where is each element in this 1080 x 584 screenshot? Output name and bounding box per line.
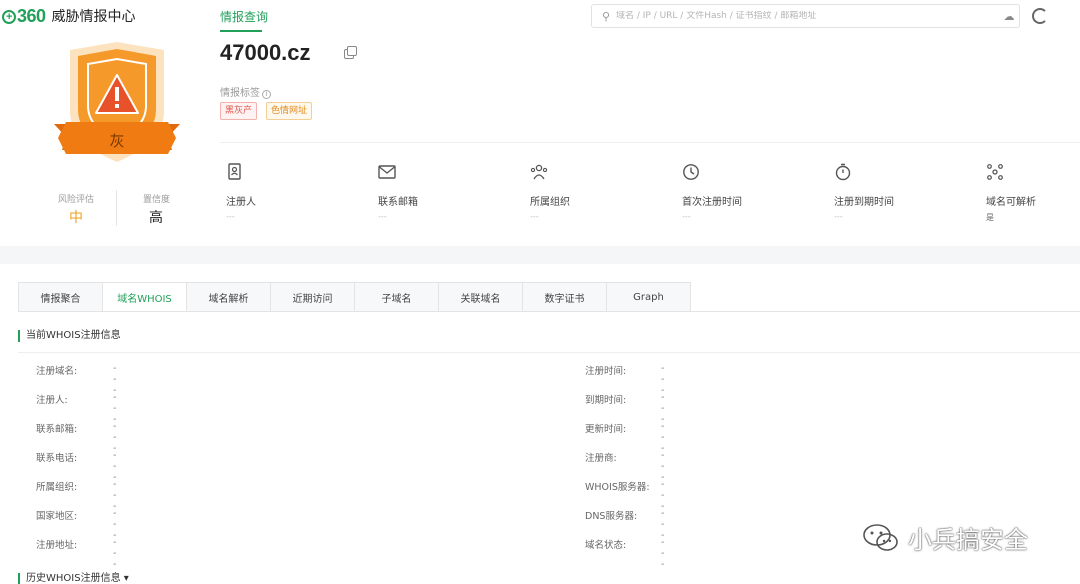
- tag-porn-site[interactable]: 色情网址: [266, 102, 313, 120]
- tab-certificates[interactable]: 数字证书: [523, 282, 607, 312]
- meta-value: ---: [682, 212, 691, 221]
- meta-value: ---: [378, 212, 387, 221]
- badge-level-text: 灰: [109, 132, 124, 150]
- tab-recent-visits[interactable]: 近期访问: [271, 282, 355, 312]
- organization-icon: [530, 164, 548, 180]
- meta-organization: 所属组织 ---: [530, 163, 660, 221]
- meta-label: 域名可解析: [986, 197, 1036, 208]
- copy-icon[interactable]: [344, 46, 357, 59]
- whois-row: 联系电话: ---: [36, 450, 117, 483]
- risk-assessment-value: 中: [69, 210, 83, 226]
- meta-email: 联系邮箱 ---: [378, 163, 508, 221]
- nav-tab-underline: [220, 30, 262, 32]
- meta-label: 注册到期时间: [834, 197, 894, 208]
- whois-row: 注册人: ---: [36, 392, 117, 425]
- meta-resolvable: 域名可解析 是: [986, 163, 1080, 223]
- whois-row: 注册地址: ---: [36, 537, 117, 570]
- whois-row: DNS服务器: ---: [585, 508, 665, 541]
- top-bar: +360 威胁情报中心 情报查询 ⚲ ☁: [0, 0, 1080, 34]
- mail-icon: [378, 165, 396, 179]
- tag-gray-industry[interactable]: 黑灰产: [220, 102, 258, 120]
- whois-row: 联系邮箱: ---: [36, 421, 117, 454]
- search-bar[interactable]: ⚲ ☁: [591, 4, 1020, 28]
- risk-shield-badge: 灰: [54, 42, 180, 162]
- whois-row: 注册商: ---: [585, 450, 665, 483]
- tab-domain-whois[interactable]: 域名WHOIS: [103, 282, 187, 312]
- confidence-label: 置信度: [143, 195, 171, 205]
- whois-row: 国家地区: ---: [36, 508, 117, 541]
- wechat-icon: [863, 523, 898, 551]
- whois-row: 所属组织: ---: [36, 479, 117, 512]
- whois-row: 到期时间: ---: [585, 392, 665, 425]
- watermark-text: 小兵搞安全: [908, 526, 1028, 554]
- meta-value: ---: [226, 212, 235, 221]
- meta-label: 首次注册时间: [682, 197, 742, 208]
- timer-icon: [835, 163, 851, 181]
- whois-row: 注册时间: ---: [585, 363, 665, 396]
- whois-section-title: 当前WHOIS注册信息: [18, 330, 121, 342]
- tab-related-domains[interactable]: 关联域名: [439, 282, 523, 312]
- watermark: 小兵搞安全: [862, 520, 1028, 555]
- history-icon[interactable]: [1032, 8, 1048, 24]
- id-card-icon: [228, 163, 241, 180]
- tags-title: 情报标签 i: [220, 84, 271, 99]
- clock-icon: [683, 164, 699, 180]
- meta-label: 联系邮箱: [378, 197, 418, 208]
- tab-graph[interactable]: Graph: [607, 282, 691, 312]
- whois-row: 域名状态: ---: [585, 537, 665, 570]
- tab-intel-aggregation[interactable]: 情报聚合: [18, 282, 103, 312]
- meta-label: 所属组织: [530, 197, 570, 208]
- nav-tab-intel-query[interactable]: 情报查询: [220, 8, 268, 25]
- domain-title: 47000.cz: [220, 40, 311, 65]
- search-icon: ⚲: [601, 9, 611, 23]
- tab-subdomains[interactable]: 子域名: [355, 282, 439, 312]
- meta-label: 注册人: [226, 197, 256, 208]
- meta-registrant: 注册人 ---: [226, 163, 356, 221]
- whois-row: WHOIS服务器: ---: [585, 479, 665, 512]
- meta-first-registered: 首次注册时间 ---: [682, 163, 812, 221]
- risk-assessment-label: 风险评估: [58, 195, 95, 205]
- section-band: [0, 246, 1080, 264]
- confidence-value: 高: [149, 210, 163, 226]
- meta-value: 是: [986, 213, 994, 222]
- whois-history-toggle[interactable]: 历史WHOIS注册信息 ▾: [18, 573, 129, 584]
- whois-row: 注册域名: ---: [36, 363, 117, 396]
- upload-cloud-icon[interactable]: ☁: [999, 10, 1019, 23]
- meta-value: ---: [834, 212, 843, 221]
- logo[interactable]: +360 威胁情报中心: [2, 6, 136, 26]
- divider: [18, 311, 1080, 312]
- divider: [18, 352, 1080, 353]
- divider: [116, 190, 117, 226]
- search-input[interactable]: [616, 11, 999, 21]
- divider: [220, 142, 1080, 143]
- tab-dns-resolution[interactable]: 域名解析: [187, 282, 271, 312]
- resolve-icon: [987, 164, 1003, 180]
- logo-text: 威胁情报中心: [51, 9, 136, 25]
- info-icon[interactable]: i: [262, 90, 271, 99]
- logo-mark: +360: [2, 6, 46, 27]
- detail-tabs: 情报聚合 域名WHOIS 域名解析 近期访问 子域名 关联域名 数字证书 Gra…: [18, 282, 691, 312]
- whois-row: 更新时间: ---: [585, 421, 665, 454]
- meta-expiry: 注册到期时间 ---: [834, 163, 964, 221]
- meta-value: ---: [530, 212, 539, 221]
